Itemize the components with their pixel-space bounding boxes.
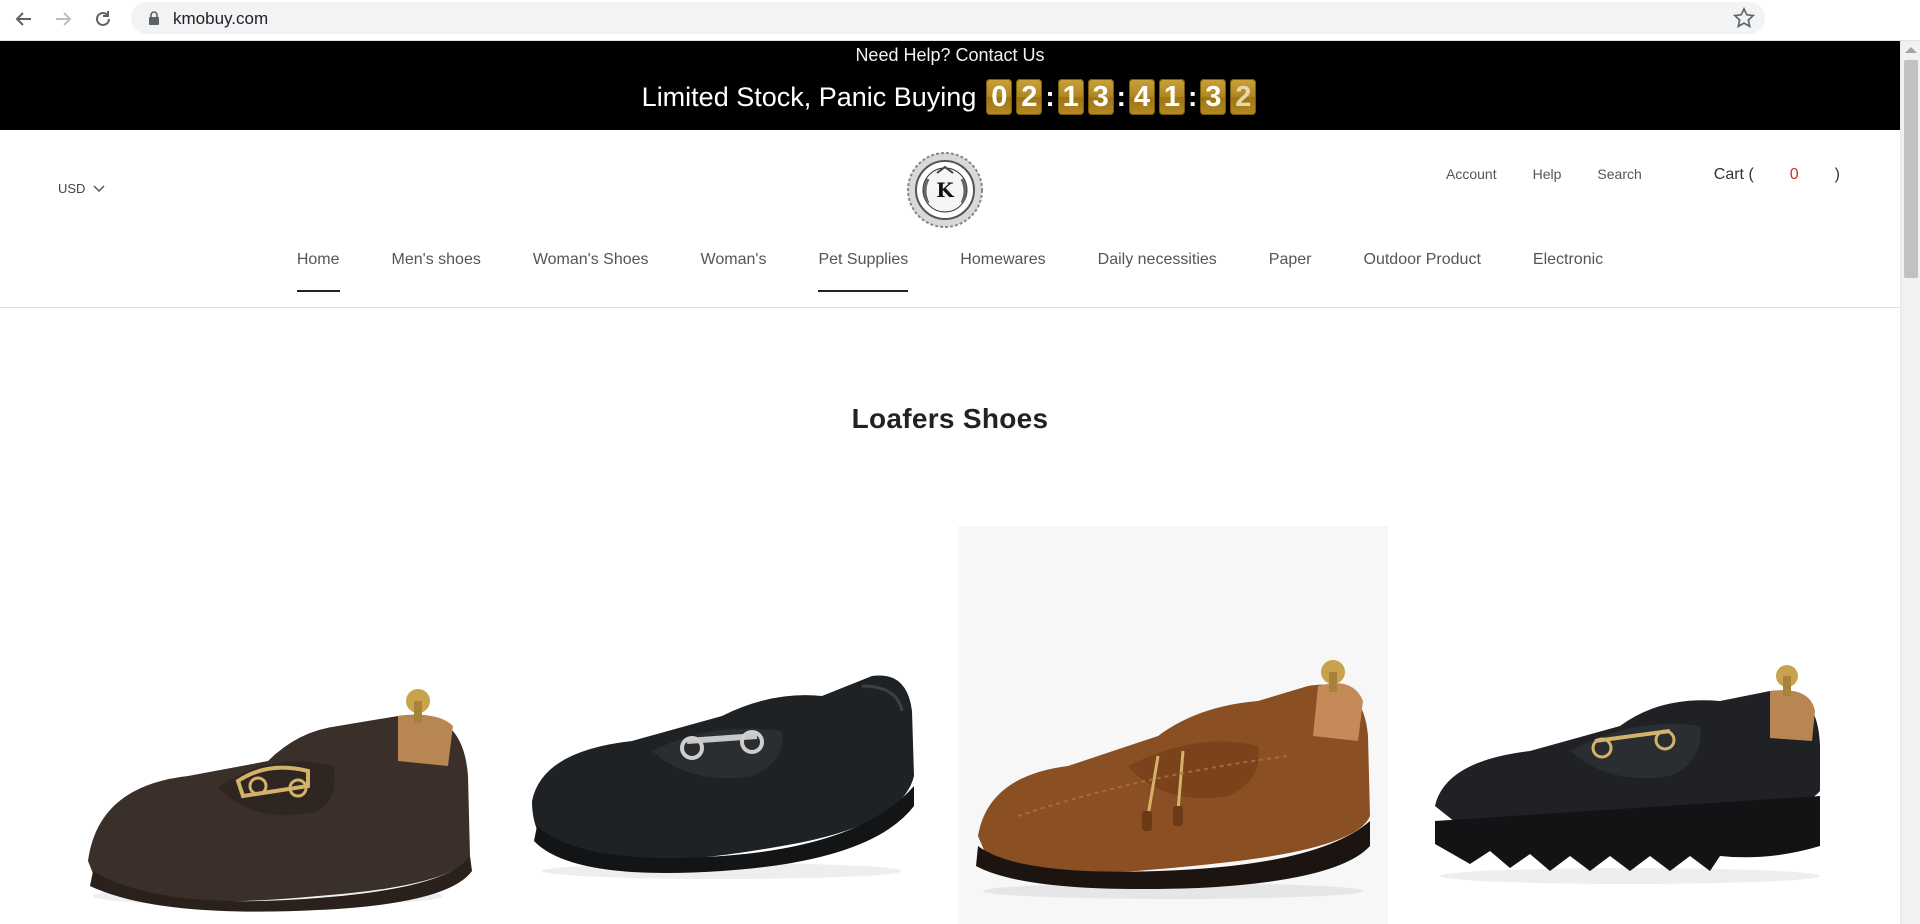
countdown-digit: 4 [1129, 79, 1155, 115]
product-card[interactable] [958, 406, 1388, 924]
stock-message: Limited Stock, Panic Buying [641, 81, 977, 112]
store-logo[interactable]: K [906, 151, 984, 229]
nav-item-outdoor-product[interactable]: Outdoor Product [1364, 234, 1481, 290]
page-scrollbar[interactable] [1900, 41, 1920, 924]
currency-label: USD [58, 181, 86, 196]
need-help-link[interactable]: Need Help? Contact Us [0, 45, 1900, 66]
nav-item-electronic[interactable]: Electronic [1533, 234, 1603, 290]
cart-label: Cart ( [1713, 166, 1754, 183]
address-bar[interactable]: kmobuy.com [131, 2, 1765, 34]
countdown-separator: : [1188, 81, 1198, 112]
nav-item-home[interactable]: Home [296, 234, 340, 292]
header-divider [0, 307, 1900, 308]
header-utilities: Account Help Search Cart ( 0) [1410, 166, 1840, 184]
nav-item-homewares[interactable]: Homewares [960, 234, 1045, 290]
nav-item-paper[interactable]: Paper [1269, 234, 1312, 290]
black-chunky-loafer-image [1420, 526, 1840, 924]
countdown-digit: 3 [1200, 79, 1227, 115]
reload-icon [96, 11, 110, 26]
product-grid [0, 406, 1900, 924]
reload-button[interactable] [89, 5, 117, 33]
cart-count: 0 [1789, 166, 1799, 183]
lock-icon [149, 11, 159, 25]
bookmark-star-icon[interactable] [1733, 7, 1755, 29]
brown-tassel-loafer-image [958, 406, 1388, 924]
scroll-up-arrow-icon[interactable] [1905, 47, 1917, 53]
cart-link[interactable]: Cart ( 0) [1678, 166, 1840, 184]
site-header: USD K Account Help Search Cart ( 0) Home … [0, 130, 1900, 308]
countdown-digit: 2 [1016, 79, 1043, 115]
url-text: kmobuy.com [173, 9, 269, 28]
announcement-bar: Need Help? Contact Us Limited Stock, Pan… [0, 41, 1900, 130]
collection-title: Loafers Shoes [851, 403, 1049, 434]
browser-toolbar: kmobuy.com [0, 0, 1920, 41]
product-card[interactable] [68, 526, 478, 924]
page-viewport: Need Help? Contact Us Limited Stock, Pan… [0, 41, 1900, 924]
nav-item-daily-necessities[interactable]: Daily necessities [1098, 234, 1217, 290]
arrow-left-icon [15, 12, 31, 26]
search-link[interactable]: Search [1597, 166, 1641, 184]
nav-item-womans[interactable]: Woman's [701, 234, 767, 290]
black-driving-loafer-image [522, 526, 922, 924]
countdown-row: Limited Stock, Panic Buying 0 2 : 1 3 : … [0, 79, 1900, 115]
product-card[interactable] [522, 526, 922, 924]
help-link[interactable]: Help [1533, 166, 1562, 184]
chevron-down-icon [93, 184, 105, 192]
countdown-separator: : [1116, 81, 1126, 112]
arrow-right-icon [56, 12, 72, 26]
cart-label-close: ) [1834, 166, 1840, 183]
countdown-digit: 1 [1159, 79, 1185, 115]
currency-selector[interactable]: USD [58, 181, 105, 196]
dark-brown-loafer-image [68, 526, 478, 924]
product-card[interactable] [1420, 526, 1840, 924]
countdown-digit: 0 [986, 79, 1013, 115]
main-navigation: Home Men's shoes Woman's Shoes Woman's P… [0, 234, 1900, 292]
scroll-thumb[interactable] [1904, 60, 1918, 278]
countdown-digit: 1 [1057, 79, 1084, 115]
nav-item-mens-shoes[interactable]: Men's shoes [392, 234, 481, 290]
svg-text:K: K [936, 178, 954, 202]
countdown-separator: : [1045, 81, 1055, 112]
nav-item-pet-supplies[interactable]: Pet Supplies [818, 234, 908, 292]
nav-item-womans-shoes[interactable]: Woman's Shoes [533, 234, 649, 290]
account-link[interactable]: Account [1446, 166, 1497, 184]
forward-button[interactable] [49, 5, 77, 33]
countdown-digit: 2 [1230, 79, 1257, 115]
back-button[interactable] [10, 5, 38, 33]
countdown-digit: 3 [1087, 79, 1114, 115]
